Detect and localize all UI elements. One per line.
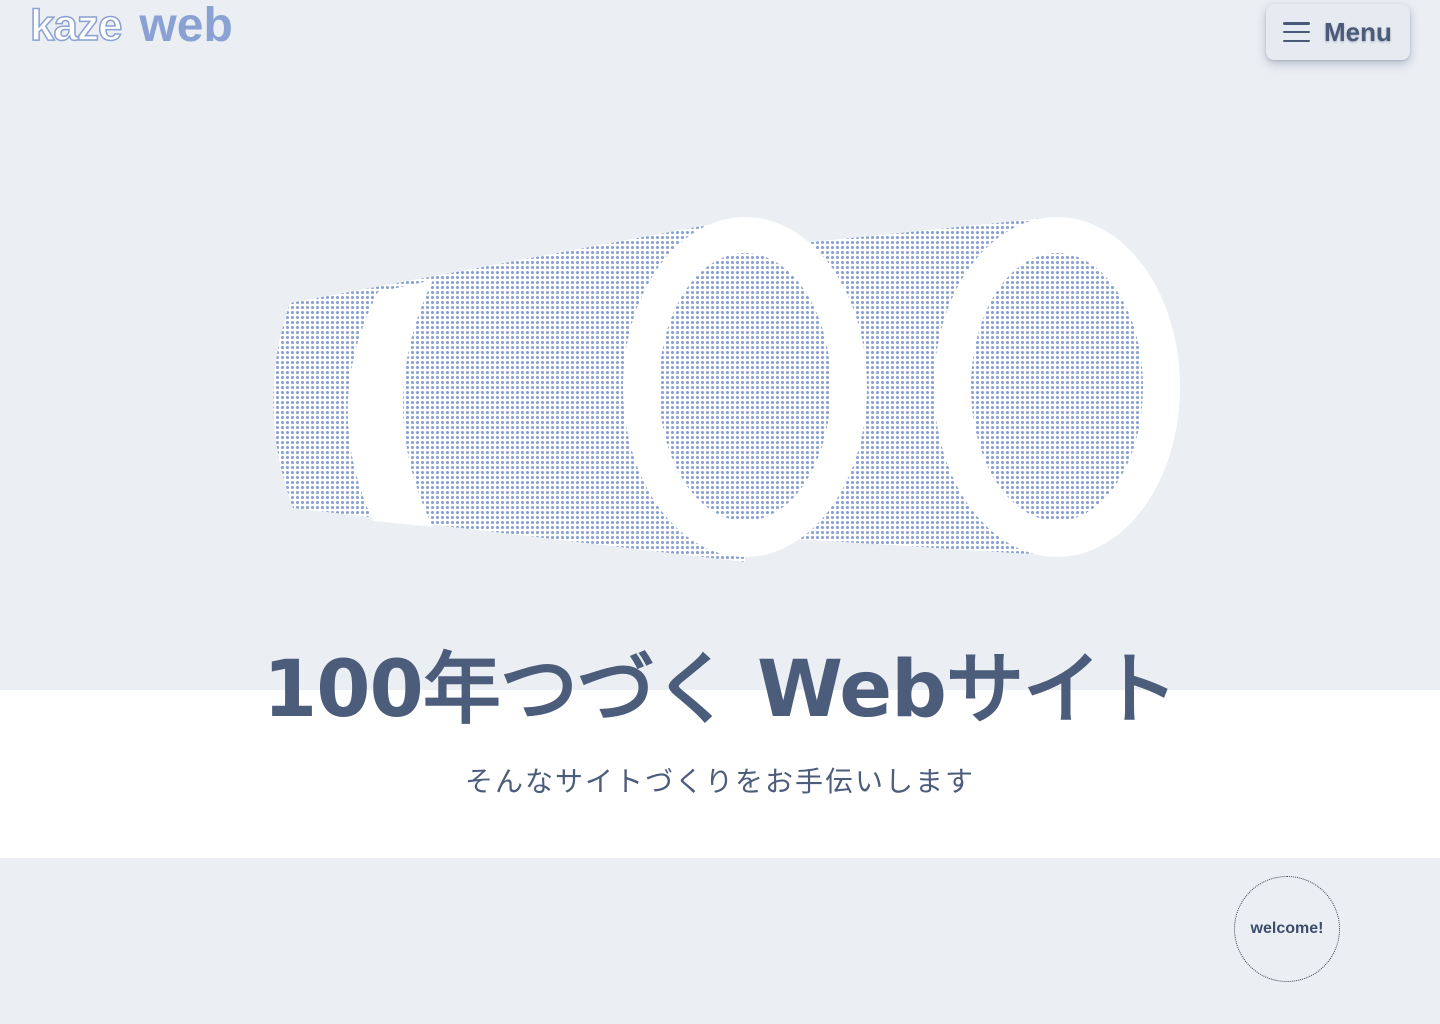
- binoculars-right-lens: [971, 253, 1143, 521]
- binoculars-icon: [273, 217, 1180, 562]
- binoculars-left-lens: [659, 253, 831, 521]
- welcome-label: welcome!: [1250, 920, 1324, 937]
- hero-title: 100年つづく Webサイト: [263, 645, 1178, 735]
- site-logo[interactable]: kaze web: [29, 0, 233, 52]
- hamburger-icon: [1283, 22, 1310, 42]
- logo-kaze-text: kaze: [29, 0, 123, 51]
- site-header: kaze web Menu: [0, 0, 1440, 80]
- logo-web-text: web: [139, 0, 233, 52]
- menu-label: Menu: [1324, 16, 1392, 47]
- hero-subtitle: そんなサイトづくりをお手伝いします: [464, 765, 975, 798]
- menu-button[interactable]: Menu: [1266, 4, 1410, 60]
- welcome-badge[interactable]: welcome!: [1234, 876, 1340, 982]
